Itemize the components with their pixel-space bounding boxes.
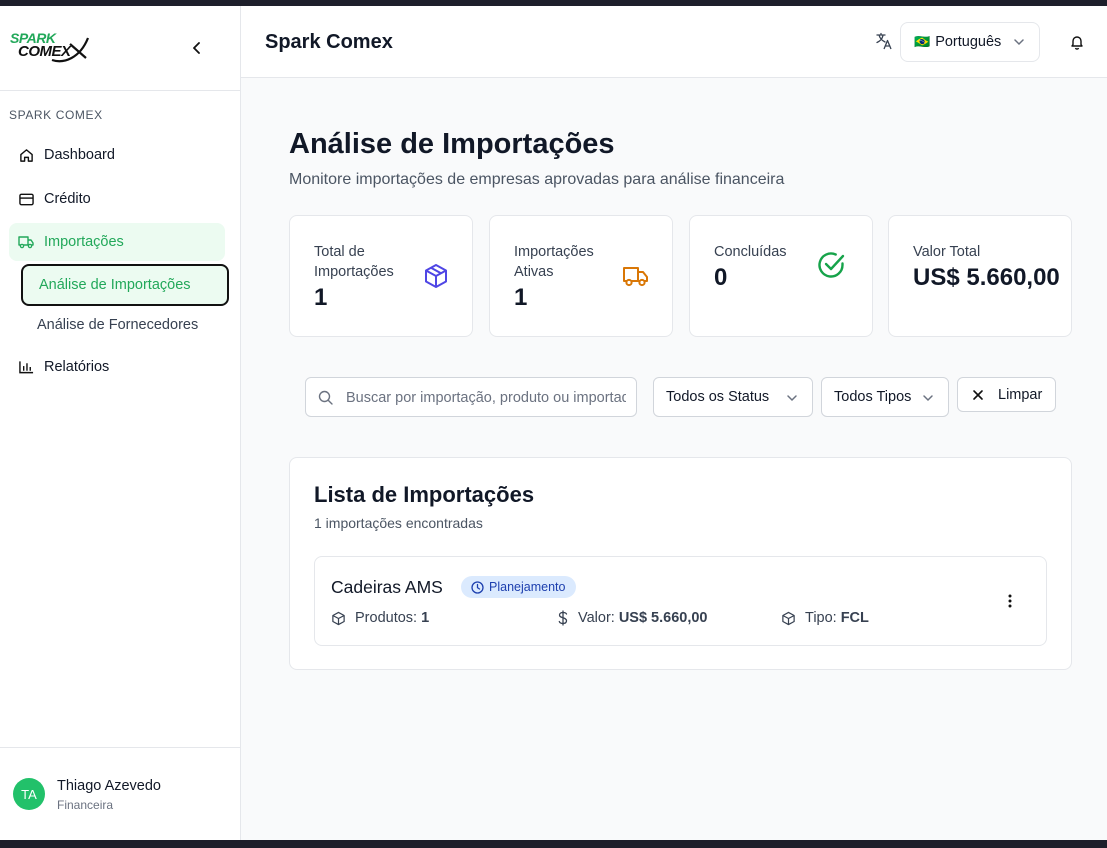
value-meta: Valor: US$ 5.660,00 [557, 610, 708, 626]
products-value: 1 [421, 610, 430, 626]
status-filter-label: Todos os Status [666, 389, 770, 405]
products-meta: Produtos: 1 [331, 610, 429, 626]
chevron-left-icon [193, 42, 200, 54]
app-title: Spark Comex [265, 31, 393, 53]
bell-icon[interactable] [1069, 34, 1085, 50]
more-vertical-icon [1008, 594, 1012, 608]
stat-label: Valor Total [913, 244, 981, 260]
list-count: 1 importações encontradas [314, 515, 483, 531]
sidebar-item-importacoes[interactable]: Importações [9, 223, 225, 261]
user-name: Thiago Azevedo [57, 778, 161, 794]
language-select[interactable]: 🇧🇷 Português [900, 22, 1040, 62]
clear-filters-button[interactable]: Limpar [957, 377, 1056, 412]
chevron-down-icon [1014, 39, 1024, 46]
bar-chart-icon [18, 359, 34, 375]
stat-label: Total de Importações [314, 244, 394, 280]
sidebar-subitem-label: Análise de Importações [39, 277, 191, 293]
chevron-down-icon [787, 395, 797, 402]
sidebar-item-label: Relatórios [44, 359, 110, 375]
sidebar-subitem-analise-fornecedores[interactable]: Análise de Fornecedores [21, 304, 229, 346]
page-subtitle: Monitore importações de empresas aprovad… [289, 171, 785, 188]
search-icon [318, 390, 333, 405]
sidebar-item-credito[interactable]: Crédito [9, 180, 225, 218]
more-options-button[interactable] [1002, 593, 1018, 609]
package-icon [425, 264, 447, 288]
user-role: Financeira [57, 798, 114, 812]
credit-card-icon [18, 191, 34, 207]
stat-card-total: Total de Importações 1 [289, 215, 473, 337]
truck-icon [18, 234, 34, 250]
language-label: Português [935, 34, 1002, 50]
collapse-sidebar-button[interactable] [188, 39, 206, 57]
products-label: Produtos: [355, 610, 418, 626]
package-icon [331, 611, 346, 626]
home-icon [18, 147, 34, 163]
clear-filters-label: Limpar [998, 386, 1043, 403]
truck-icon [623, 267, 648, 287]
stat-value: US$ 5.660,00 [913, 264, 1060, 291]
sidebar-subitem-label: Análise de Fornecedores [37, 317, 199, 333]
sidebar-section-label: SPARK COMEX [9, 108, 103, 122]
logo-swoosh-icon [51, 37, 90, 63]
type-filter-label: Todos Tipos [834, 389, 912, 405]
sidebar-item-label: Dashboard [44, 147, 115, 163]
type-label: Tipo: [805, 610, 837, 626]
dollar-icon [557, 610, 569, 626]
sidebar: SPARK COMEX SPARK COMEX Dashboard Crédit… [0, 6, 241, 840]
spark-comex-logo[interactable]: SPARK COMEX [10, 30, 90, 64]
search-input[interactable] [346, 386, 626, 410]
avatar: TA [13, 778, 45, 810]
type-value: FCL [840, 610, 869, 626]
search-field[interactable] [305, 377, 637, 417]
status-filter-select[interactable]: Todos os Status [653, 377, 813, 417]
chevron-down-icon [923, 395, 933, 402]
close-icon [973, 389, 983, 400]
status-badge-label: Planejamento [489, 580, 566, 594]
user-profile[interactable]: TA Thiago Azevedo Financeira [0, 747, 240, 840]
value-value: US$ 5.660,00 [618, 610, 708, 626]
sidebar-item-relatorios[interactable]: Relatórios [9, 348, 225, 386]
main-content: Spark Comex 🇧🇷 Português Análise de Impo… [241, 6, 1107, 840]
stat-card-concluidas: Concluídas 0 [689, 215, 873, 337]
sidebar-subitem-analise-importacoes[interactable]: Análise de Importações [21, 264, 229, 306]
status-badge: Planejamento [461, 576, 577, 598]
stat-label: Concluídas [714, 244, 787, 260]
package-icon [781, 611, 796, 626]
stat-card-valor-total: Valor Total US$ 5.660,00 [888, 215, 1072, 337]
stat-label: Importações Ativas [514, 244, 594, 280]
import-list-card: Lista de Importações 1 importações encon… [289, 457, 1072, 670]
sidebar-item-label: Crédito [44, 191, 91, 207]
type-meta: Tipo: FCL [781, 610, 869, 626]
stat-value: 0 [714, 264, 728, 291]
page-title: Análise de Importações [289, 128, 615, 160]
list-title: Lista de Importações [314, 482, 535, 507]
stat-value: 1 [514, 284, 528, 311]
list-item[interactable]: Cadeiras AMS Planejamento Produtos: 1 Va… [314, 556, 1047, 646]
app-frame: SPARK COMEX SPARK COMEX Dashboard Crédit… [0, 6, 1107, 840]
type-filter-select[interactable]: Todos Tipos [821, 377, 949, 417]
topbar: Spark Comex 🇧🇷 Português [241, 6, 1107, 78]
sidebar-item-label: Importações [44, 234, 124, 250]
stat-card-ativas: Importações Ativas 1 [489, 215, 673, 337]
stat-value: 1 [314, 284, 328, 311]
translate-icon [876, 32, 892, 50]
sidebar-item-dashboard[interactable]: Dashboard [9, 136, 225, 174]
sidebar-brand: SPARK COMEX [0, 6, 240, 91]
value-label: Valor: [578, 610, 615, 626]
check-circle-icon [818, 252, 845, 278]
clock-icon [471, 580, 484, 594]
import-name: Cadeiras AMS [331, 577, 443, 597]
brazil-flag-icon: 🇧🇷 [914, 34, 931, 49]
